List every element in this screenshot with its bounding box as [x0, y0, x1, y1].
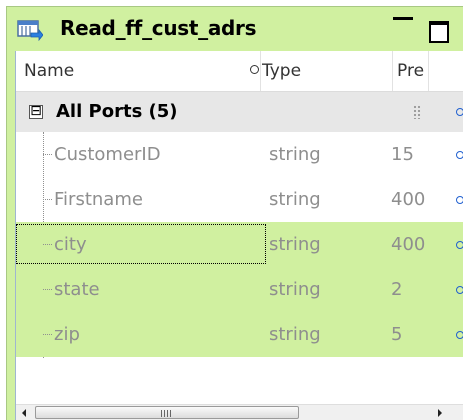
port-precision: 5: [391, 324, 403, 345]
tree-connector-line: [43, 244, 52, 245]
group-row-all-ports[interactable]: ⊟ All Ports (5): [16, 92, 463, 132]
transformation-window: Read_ff_cust_adrs Name Type Pre ⊟ All Po…: [6, 6, 463, 420]
port-name: zip: [54, 324, 80, 345]
tree-connector-line: [43, 289, 52, 290]
port-link-icon[interactable]: [456, 241, 463, 249]
minimize-icon: [393, 17, 413, 20]
column-divider[interactable]: [260, 51, 261, 91]
port-name: state: [54, 279, 100, 300]
tree-connector-line: [43, 154, 52, 155]
scroll-right-icon[interactable]: [431, 405, 448, 420]
column-header-precision[interactable]: Pre: [397, 51, 427, 91]
table-row[interactable]: CustomerID string 15: [16, 132, 463, 177]
table-row-selected[interactable]: city string 400: [16, 222, 463, 267]
tree-connector-line: [43, 199, 52, 200]
port-name: CustomerID: [54, 144, 161, 165]
ports-grid: Name Type Pre ⊟ All Ports (5) CustomerID…: [15, 51, 463, 420]
column-header-type[interactable]: Type: [262, 51, 392, 91]
group-label: All Ports (5): [56, 101, 178, 122]
column-divider[interactable]: [428, 51, 429, 91]
horizontal-scrollbar[interactable]: [16, 404, 463, 420]
port-type: string: [269, 144, 321, 165]
title-bar[interactable]: Read_ff_cust_adrs: [7, 7, 463, 51]
port-precision: 15: [391, 144, 414, 165]
port-link-icon[interactable]: [456, 151, 463, 159]
scrollbar-thumb[interactable]: [35, 406, 299, 419]
tree-connector-line: [43, 334, 52, 335]
sort-indicator-icon: [250, 65, 259, 74]
minimize-button[interactable]: [390, 15, 416, 29]
table-row-selected[interactable]: zip string 5: [16, 312, 463, 357]
port-name: Firstname: [54, 189, 143, 210]
collapse-icon[interactable]: ⊟: [29, 104, 43, 119]
port-precision: 400: [391, 234, 426, 255]
port-type: string: [269, 324, 321, 345]
table-row[interactable]: Firstname string 400: [16, 177, 463, 222]
port-precision: 2: [391, 279, 403, 300]
column-divider[interactable]: [392, 51, 393, 91]
port-link-icon[interactable]: [456, 108, 463, 116]
maximize-button[interactable]: [429, 21, 449, 43]
flat-file-source-icon: [17, 20, 43, 41]
port-type: string: [269, 234, 321, 255]
port-name: city: [54, 234, 87, 255]
window-title: Read_ff_cust_adrs: [60, 16, 257, 40]
table-row-selected[interactable]: state string 2: [16, 267, 463, 312]
port-link-icon[interactable]: [456, 196, 463, 204]
port-type: string: [269, 189, 321, 210]
drag-grip-icon: [413, 105, 421, 119]
thumb-grip-icon: [161, 410, 171, 417]
port-precision: 400: [391, 189, 426, 210]
scroll-left-icon[interactable]: [16, 405, 33, 420]
port-link-icon[interactable]: [456, 331, 463, 339]
grid-header: Name Type Pre: [16, 51, 463, 92]
port-type: string: [269, 279, 321, 300]
port-link-icon[interactable]: [456, 286, 463, 294]
column-header-name[interactable]: Name: [24, 51, 249, 91]
